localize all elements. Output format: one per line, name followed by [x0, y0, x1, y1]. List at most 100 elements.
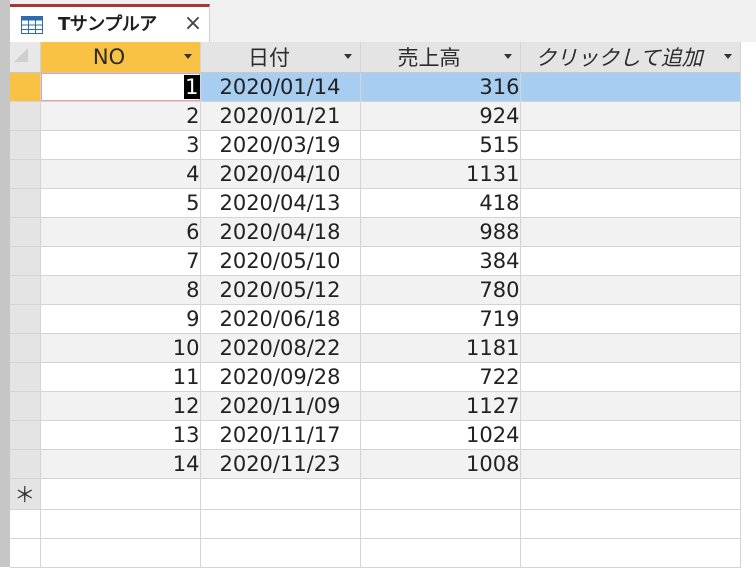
record-selector[interactable]	[10, 304, 41, 334]
cell-sales[interactable]: 418	[360, 188, 521, 218]
cell-add-field[interactable]	[520, 362, 741, 392]
record-selector[interactable]	[10, 246, 41, 276]
cell-no[interactable]: 2	[40, 101, 201, 131]
cell-add-field[interactable]	[520, 478, 741, 510]
record-selector[interactable]	[10, 362, 41, 392]
chevron-down-icon[interactable]	[503, 54, 512, 59]
cell-no[interactable]: 1	[40, 72, 201, 102]
cell-sales[interactable]: 1127	[360, 391, 521, 421]
cell-date[interactable]: 2020/09/28	[200, 362, 361, 392]
record-selector[interactable]	[10, 391, 41, 421]
table-row[interactable]: 1 2020/01/14 316	[10, 72, 741, 102]
record-selector[interactable]	[10, 159, 41, 189]
cell-date[interactable]: 2020/05/12	[200, 275, 361, 305]
table-row[interactable]: 13 2020/11/17 1024	[10, 420, 741, 450]
table-row[interactable]: 3 2020/03/19 515	[10, 130, 741, 160]
close-icon[interactable]: ×	[182, 11, 204, 37]
table-row[interactable]: 7 2020/05/10 384	[10, 246, 741, 276]
record-selector[interactable]	[10, 130, 41, 160]
document-tab[interactable]: Tサンプルア ×	[10, 4, 210, 42]
new-record-row[interactable]: ＊	[10, 478, 741, 510]
cell-sales[interactable]: 1181	[360, 333, 521, 363]
cell-add-field[interactable]	[520, 246, 741, 276]
new-record-icon[interactable]: ＊	[10, 478, 41, 510]
cell-no[interactable]: 13	[40, 420, 201, 450]
column-header-add-field[interactable]: クリックして追加	[520, 42, 741, 73]
cell-add-field[interactable]	[520, 420, 741, 450]
cell-no[interactable]: 4	[40, 159, 201, 189]
table-row[interactable]: 8 2020/05/12 780	[10, 275, 741, 305]
cell-sales[interactable]: 515	[360, 130, 521, 160]
column-header-date[interactable]: 日付	[200, 42, 361, 73]
chevron-down-icon[interactable]	[183, 54, 192, 59]
table-row[interactable]: 9 2020/06/18 719	[10, 304, 741, 334]
record-selector[interactable]	[10, 101, 41, 131]
cell-date[interactable]: 2020/08/22	[200, 333, 361, 363]
cell-add-field[interactable]	[520, 188, 741, 218]
record-selector[interactable]	[10, 333, 41, 363]
cell-no[interactable]: 8	[40, 275, 201, 305]
cell-add-field[interactable]	[520, 449, 741, 479]
cell-date[interactable]: 2020/01/21	[200, 101, 361, 131]
cell-sales[interactable]: 1008	[360, 449, 521, 479]
cell-sales[interactable]: 719	[360, 304, 521, 334]
cell-date[interactable]: 2020/04/18	[200, 217, 361, 247]
cell-sales[interactable]: 1024	[360, 420, 521, 450]
cell-sales[interactable]: 988	[360, 217, 521, 247]
cell-date[interactable]	[200, 478, 361, 510]
cell-add-field[interactable]	[520, 159, 741, 189]
cell-sales[interactable]	[360, 478, 521, 510]
cell-no[interactable]: 11	[40, 362, 201, 392]
record-selector[interactable]	[10, 217, 41, 247]
table-row[interactable]: 6 2020/04/18 988	[10, 217, 741, 247]
column-header-no[interactable]: NO	[40, 42, 201, 73]
cell-no[interactable]: 9	[40, 304, 201, 334]
cell-add-field[interactable]	[520, 101, 741, 131]
column-header-sales[interactable]: 売上高	[360, 42, 521, 73]
select-all-button[interactable]	[10, 42, 41, 73]
cell-date[interactable]: 2020/04/13	[200, 188, 361, 218]
cell-no[interactable]	[40, 478, 201, 510]
cell-add-field[interactable]	[520, 333, 741, 363]
cell-add-field[interactable]	[520, 72, 741, 102]
table-row[interactable]: 5 2020/04/13 418	[10, 188, 741, 218]
cell-no[interactable]: 5	[40, 188, 201, 218]
table-row[interactable]: 2 2020/01/21 924	[10, 101, 741, 131]
cell-sales[interactable]: 384	[360, 246, 521, 276]
cell-no[interactable]: 14	[40, 449, 201, 479]
table-row[interactable]: 11 2020/09/28 722	[10, 362, 741, 392]
cell-sales[interactable]: 316	[360, 72, 521, 102]
record-selector[interactable]	[10, 188, 41, 218]
cell-date[interactable]: 2020/05/10	[200, 246, 361, 276]
cell-no[interactable]: 12	[40, 391, 201, 421]
record-selector[interactable]	[10, 449, 41, 479]
table-row[interactable]: 12 2020/11/09 1127	[10, 391, 741, 421]
cell-add-field[interactable]	[520, 217, 741, 247]
record-selector[interactable]	[10, 420, 41, 450]
cell-add-field[interactable]	[520, 391, 741, 421]
cell-date[interactable]: 2020/03/19	[200, 130, 361, 160]
cell-add-field[interactable]	[520, 275, 741, 305]
chevron-down-icon[interactable]	[723, 54, 732, 59]
cell-date[interactable]: 2020/06/18	[200, 304, 361, 334]
cell-add-field[interactable]	[520, 130, 741, 160]
table-row[interactable]: 10 2020/08/22 1181	[10, 333, 741, 363]
record-selector[interactable]	[10, 275, 41, 305]
cell-date[interactable]: 2020/04/10	[200, 159, 361, 189]
table-row[interactable]: 4 2020/04/10 1131	[10, 159, 741, 189]
chevron-down-icon[interactable]	[343, 54, 352, 59]
cell-no[interactable]: 7	[40, 246, 201, 276]
cell-no[interactable]: 10	[40, 333, 201, 363]
cell-date[interactable]: 2020/11/23	[200, 449, 361, 479]
cell-date[interactable]: 2020/11/09	[200, 391, 361, 421]
cell-no[interactable]: 6	[40, 217, 201, 247]
cell-date[interactable]: 2020/01/14	[200, 72, 361, 102]
cell-sales[interactable]: 1131	[360, 159, 521, 189]
table-row[interactable]: 14 2020/11/23 1008	[10, 449, 741, 479]
cell-no[interactable]: 3	[40, 130, 201, 160]
cell-add-field[interactable]	[520, 304, 741, 334]
cell-sales[interactable]: 780	[360, 275, 521, 305]
record-selector[interactable]	[10, 72, 41, 102]
cell-sales[interactable]: 924	[360, 101, 521, 131]
cell-sales[interactable]: 722	[360, 362, 521, 392]
